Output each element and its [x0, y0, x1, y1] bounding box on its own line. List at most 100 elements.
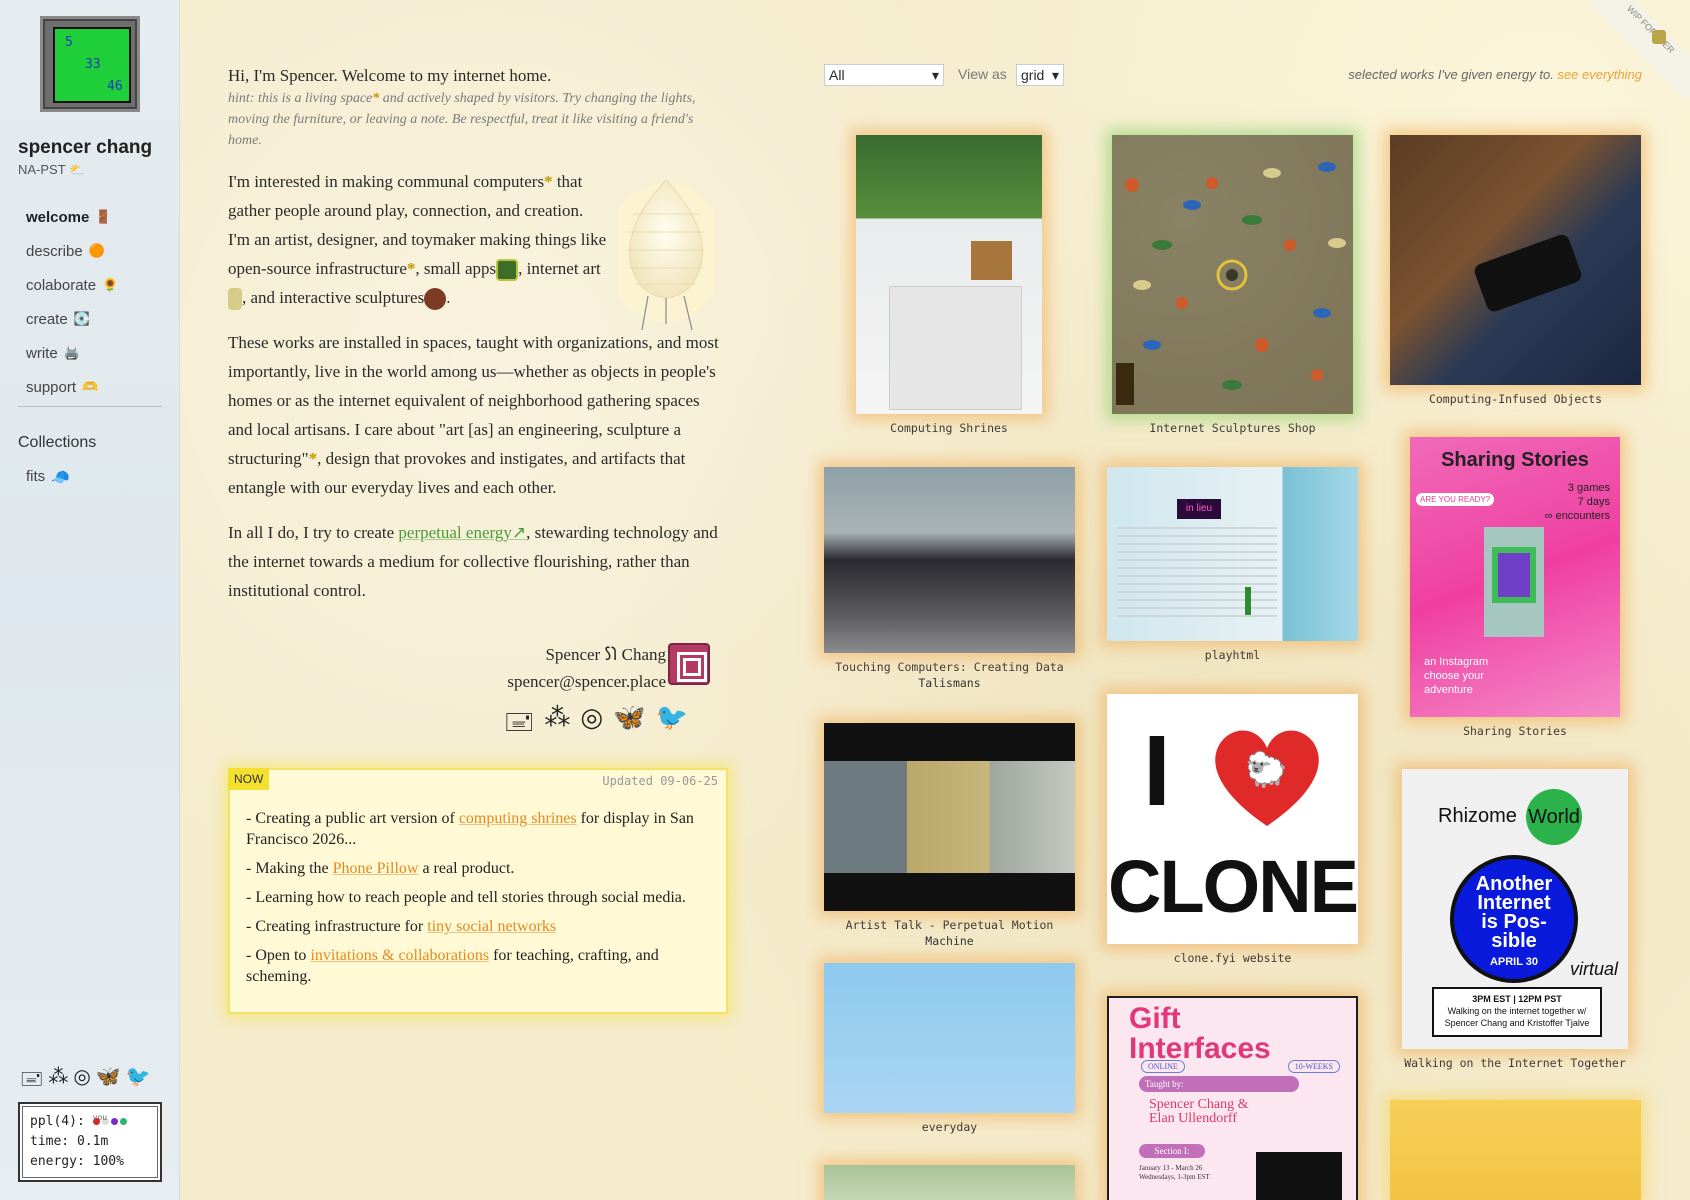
sidebar-item-write[interactable]: write 🖨️ — [18, 336, 162, 370]
wip-corner[interactable]: WIP FOREVER — [1590, 0, 1690, 100]
cap-icon: 🧢 — [51, 469, 70, 486]
work-tile[interactable]: Touching Computers: Creating Data Talism… — [824, 467, 1075, 691]
work-image: in lieu — [1107, 467, 1358, 641]
now-item: - Making the Phone Pillow a real product… — [246, 858, 716, 879]
avatar-screen: 5 33 46 — [53, 27, 131, 103]
internet-art-thumbnail[interactable] — [228, 288, 242, 311]
text: . — [446, 288, 451, 307]
sidebar: 5 33 46 spencer chang NA-PST ⛅ welcome 🚪 … — [0, 0, 180, 1200]
poster-virtual: virtual — [1569, 959, 1618, 979]
text: These works are installed in spaces, tau… — [228, 333, 719, 468]
text: selected works I've given energy to. — [1348, 67, 1554, 82]
sidebar-item-welcome[interactable]: welcome 🚪 — [18, 200, 162, 234]
now-list: - Creating a public art version of compu… — [246, 808, 716, 995]
people-dots: you — [92, 1113, 127, 1125]
bluesky-icon[interactable]: 🦋 — [96, 1064, 121, 1098]
category-filter-select[interactable]: All ▾ — [824, 64, 944, 86]
work-image: Rhizome World Another Internet is Pos-sibl… — [1402, 769, 1628, 1049]
cactus-icon — [1245, 587, 1251, 615]
text: Gift — [1129, 1002, 1181, 1035]
tiny-social-networks-link[interactable]: tiny social networks — [427, 918, 556, 935]
time-value: 0.1m — [76, 1134, 109, 1149]
door-icon: 🚪 — [95, 209, 112, 224]
heart-hands-icon: 🫶 — [82, 379, 99, 394]
work-image — [1112, 135, 1353, 414]
printer-icon: 🖨️ — [63, 345, 80, 360]
text: Spencer Chang & — [1149, 1097, 1249, 1112]
sidebar-item-support[interactable]: support 🫶 — [18, 370, 162, 404]
star-icon[interactable]: * — [544, 172, 553, 191]
work-caption: Walking on the Internet Together — [1404, 1056, 1626, 1070]
phone-pillow-link[interactable]: Phone Pillow — [333, 860, 419, 877]
text: APRIL 30 — [1489, 956, 1539, 968]
sidebar-item-colaborate[interactable]: colaborate 🌻 — [18, 268, 162, 302]
paper-lamp-icon[interactable] — [618, 174, 714, 334]
poster-figure — [1256, 1152, 1342, 1200]
poster-title: Sharing Stories — [1441, 449, 1589, 471]
work-tile[interactable]: Artist Talk - Perpetual Motion Machine — [824, 723, 1075, 949]
work-tile[interactable]: everyday — [824, 963, 1075, 1135]
work-image — [824, 963, 1075, 1113]
perpetual-energy-link[interactable]: perpetual energy↗ — [398, 523, 526, 542]
now-item: - Learning how to reach people and tell … — [246, 887, 716, 908]
work-image — [1390, 1100, 1641, 1200]
filter-value: All — [829, 67, 845, 83]
intro-paragraph: I'm interested in making communal comput… — [228, 167, 608, 312]
view-value: grid — [1021, 67, 1045, 83]
are-na-icon[interactable]: ⁂ — [48, 1064, 68, 1098]
text: - Open to — [246, 947, 311, 964]
work-tile[interactable]: Gift Interfaces ONLINE 10-WEEKS Taught by… — [1107, 996, 1358, 1200]
avatar[interactable]: 5 33 46 — [40, 16, 140, 112]
invitations-link[interactable]: invitations & collaborations — [310, 947, 489, 964]
instagram-icon[interactable]: ◎ — [580, 703, 603, 747]
collection-item-fits[interactable]: fits 🧢 — [26, 468, 70, 486]
sidebar-item-label: colaborate — [26, 276, 97, 294]
work-tile[interactable]: Computing Shrines — [856, 135, 1042, 436]
sheep-icon: 🐑 — [1245, 751, 1288, 789]
are-na-icon[interactable]: ⁂ — [544, 703, 570, 747]
view-mode-select[interactable]: grid ▾ — [1016, 64, 1064, 86]
work-tile[interactable]: Computing-Infused Objects — [1390, 135, 1641, 407]
work-image: Sharing Stories 3 games 7 days ∞ encounter… — [1410, 437, 1620, 717]
world-badge: World — [1526, 789, 1582, 845]
work-tile[interactable]: I 🐑 CLONE clone.fyi website — [1107, 694, 1358, 966]
now-item: - Open to invitations & collaborations f… — [246, 945, 716, 987]
star-icon[interactable]: * — [309, 449, 318, 468]
mailbox-icon[interactable]: 🖃 — [504, 703, 534, 747]
now-badge: NOW — [228, 768, 270, 790]
sidebar-item-label: support — [26, 378, 77, 396]
you-label: you — [92, 1113, 108, 1122]
work-tile[interactable] — [1390, 1100, 1641, 1200]
small-app-thumbnail[interactable] — [496, 259, 519, 282]
sidebar-item-create[interactable]: create 💽 — [18, 302, 162, 336]
sidebar-item-describe[interactable]: describe 🟠 — [18, 234, 162, 268]
bluesky-icon[interactable]: 🦋 — [613, 703, 645, 747]
text: ONLINE — [1141, 1060, 1185, 1073]
work-tile[interactable]: Sharing Stories 3 games 7 days ∞ encounter… — [1410, 437, 1620, 739]
text: - Learning how to reach people and tell … — [246, 889, 686, 906]
text: , internet art — [518, 259, 601, 278]
wip-label: WIP FOREVER — [1590, 0, 1690, 100]
computing-shrines-link[interactable]: computing shrines — [459, 810, 577, 827]
twitter-icon[interactable]: 🐦 — [126, 1064, 151, 1098]
work-tile[interactable]: Internet Sculptures Shop — [1112, 135, 1353, 436]
work-tile[interactable]: in lieu playhtml — [1107, 467, 1358, 663]
avatar-number: 5 — [65, 35, 73, 50]
work-image: Gift Interfaces ONLINE 10-WEEKS Taught by… — [1107, 996, 1358, 1200]
sculpture-thumbnail[interactable] — [424, 288, 447, 311]
instagram-icon[interactable]: ◎ — [73, 1064, 90, 1098]
text: 7 days — [1577, 496, 1610, 508]
poster-names: Spencer Chang & Elan Ullendorff — [1149, 1098, 1249, 1126]
playhtml-badge: in lieu — [1177, 499, 1221, 519]
signature-email[interactable]: spencer@spencer.place — [507, 668, 666, 695]
poster-info: 3PM EST | 12PM PST Walking on the interne… — [1432, 987, 1602, 1037]
twitter-icon[interactable]: 🐦 — [655, 703, 687, 747]
disc-icon: 💽 — [73, 311, 90, 326]
sidebar-item-label: create — [26, 310, 68, 328]
text: Elan Ullendorff — [1149, 1111, 1237, 1126]
work-tile[interactable] — [824, 1165, 1075, 1200]
energy-value: 100% — [92, 1154, 124, 1169]
mailbox-icon[interactable]: 🖃 — [20, 1064, 43, 1098]
work-tile[interactable]: Rhizome World Another Internet is Pos-sibl… — [1402, 769, 1628, 1071]
intro-paragraph: In all I do, I try to create perpetual e… — [228, 518, 728, 605]
